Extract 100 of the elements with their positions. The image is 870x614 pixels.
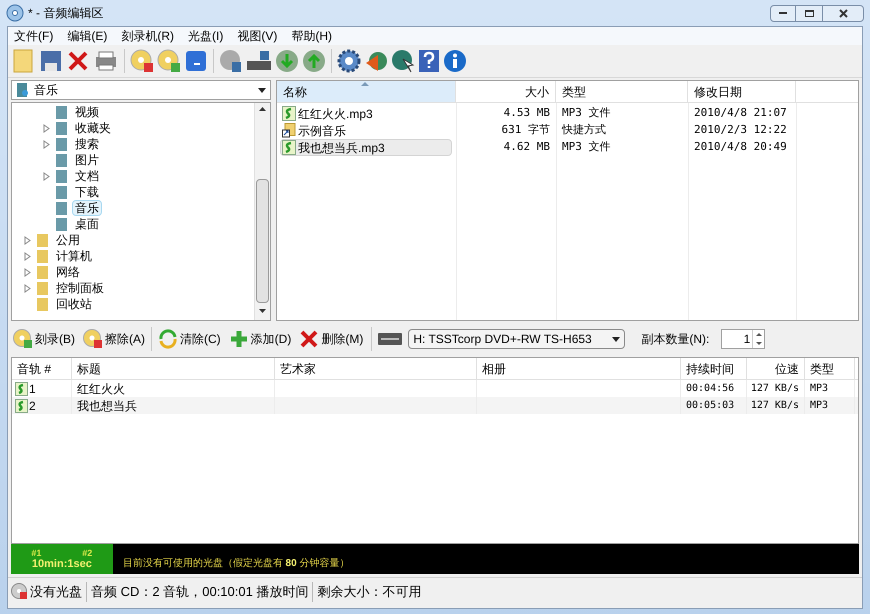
delete-icon[interactable] bbox=[66, 49, 90, 73]
table-cell-text: 2010/4/8 21:07 bbox=[693, 105, 787, 122]
location-dropdown[interactable]: 音乐 bbox=[11, 80, 271, 100]
scroll-down-icon[interactable] bbox=[259, 309, 266, 313]
menu-item[interactable]: 编辑(E) bbox=[67, 27, 108, 45]
help-icon[interactable] bbox=[418, 49, 440, 73]
disc-down-icon[interactable] bbox=[275, 49, 299, 73]
no-disc-icon bbox=[11, 583, 28, 600]
folder-icon bbox=[55, 136, 69, 152]
file-item[interactable]: 示例音乐 bbox=[280, 122, 452, 139]
music-folder-icon bbox=[16, 82, 30, 98]
menu-item[interactable]: 刻录机(R) bbox=[121, 27, 174, 45]
menu-item[interactable]: 文件(F) bbox=[14, 27, 54, 45]
disc-up-icon[interactable] bbox=[302, 49, 326, 73]
folder-icon bbox=[55, 104, 69, 120]
tree-item[interactable]: 图片 bbox=[72, 152, 102, 168]
tree-item[interactable]: 回收站 bbox=[53, 296, 95, 312]
audio-file-icon bbox=[15, 398, 28, 412]
scrollbar[interactable] bbox=[254, 103, 270, 320]
table-cell-text: MP3 文件 bbox=[561, 139, 612, 156]
table-cell-text: 2010/4/8 20:49 bbox=[693, 139, 787, 156]
table-cell-text: 127 KB/s bbox=[750, 382, 799, 396]
table-cell-text: MP3 文件 bbox=[561, 105, 612, 122]
status-text: 音频 CD：2 音轨，00:10:01 播放时间 bbox=[91, 582, 308, 601]
table-cell-text: 2010/2/3 12:22 bbox=[693, 122, 787, 138]
table-cell-text: 631 字节 bbox=[500, 122, 551, 138]
drive-icon bbox=[378, 333, 402, 345]
tree-item[interactable]: 收藏夹 bbox=[72, 120, 114, 136]
column-header[interactable]: 艺术家 bbox=[275, 358, 477, 379]
audio-file-icon bbox=[15, 382, 28, 396]
table-cell-text: 4.62 MB bbox=[502, 139, 551, 156]
folder-icon bbox=[55, 216, 69, 232]
close-icon bbox=[838, 8, 848, 18]
minimize-button[interactable] bbox=[770, 4, 796, 22]
toolbar-button[interactable]: 添加(D) bbox=[226, 326, 294, 352]
column-header[interactable]: 位速 bbox=[747, 358, 805, 379]
file-item[interactable]: 我也想当兵.mp3 bbox=[280, 139, 452, 156]
tree-item[interactable]: 搜索 bbox=[72, 136, 102, 152]
file-item[interactable]: 红红火火.mp3 bbox=[280, 105, 452, 122]
maximize-button[interactable] bbox=[796, 4, 822, 22]
tree-item[interactable]: 视频 bbox=[72, 104, 102, 120]
window-icon[interactable] bbox=[184, 49, 208, 73]
column-header[interactable]: 类型 bbox=[805, 358, 855, 379]
toolbar-button[interactable]: 删除(M) bbox=[297, 326, 366, 352]
drive-info-icon[interactable] bbox=[246, 49, 272, 73]
globe-cursor-icon[interactable] bbox=[391, 49, 415, 73]
plus-icon bbox=[228, 329, 249, 349]
globe-arrow-icon[interactable] bbox=[364, 49, 388, 73]
folder-icon bbox=[55, 152, 69, 168]
status-text: 没有光盘 bbox=[30, 582, 82, 601]
sort-arrow-icon bbox=[361, 82, 369, 86]
tree-item[interactable]: 网络 bbox=[53, 264, 83, 280]
disc-info-icon[interactable] bbox=[219, 49, 243, 73]
table-cell-text: 我也想当兵 bbox=[77, 398, 137, 414]
tree-item[interactable]: 公用 bbox=[53, 232, 83, 248]
toolbar-button[interactable]: 刻录(B) bbox=[11, 326, 77, 352]
app-icon bbox=[6, 4, 24, 22]
window-title: * - 音频编辑区 bbox=[28, 5, 104, 22]
menu-item[interactable]: 光盘(I) bbox=[188, 27, 224, 45]
toolbar-button[interactable]: 擦除(A) bbox=[81, 326, 147, 352]
table-cell-text: 1 bbox=[29, 380, 36, 398]
audio-file-icon bbox=[282, 140, 296, 155]
drive-dropdown[interactable]: H: TSSTcorp DVD+-RW TS-H653 bbox=[408, 329, 626, 349]
column-header[interactable]: 标题 bbox=[72, 358, 275, 379]
save-icon[interactable] bbox=[39, 49, 63, 73]
close-button[interactable] bbox=[822, 4, 864, 22]
used-time: 10min:1sec bbox=[32, 558, 92, 570]
capacity-message: 目前没有可使用的光盘（假定光盘有 80 分钟容量） bbox=[122, 556, 350, 571]
printer-icon[interactable] bbox=[93, 49, 119, 73]
copies-label: 副本数量(N): bbox=[641, 331, 710, 348]
folder-icon bbox=[55, 168, 69, 184]
tree-item[interactable]: 下载 bbox=[72, 184, 102, 200]
scroll-thumb[interactable] bbox=[256, 179, 269, 303]
table-cell-text: 00:05:03 bbox=[686, 399, 734, 413]
tree-item[interactable]: 文档 bbox=[72, 168, 102, 184]
folder-icon bbox=[55, 120, 69, 136]
table-cell-text: 4.53 MB bbox=[502, 105, 551, 122]
disc-check-icon[interactable] bbox=[157, 49, 181, 73]
column-header[interactable]: 持续时间 bbox=[681, 358, 747, 379]
delete-icon bbox=[299, 329, 320, 349]
dropdown-arrow-icon bbox=[258, 88, 266, 92]
disc-erase-icon bbox=[83, 329, 103, 349]
menu-item[interactable]: 视图(V) bbox=[237, 27, 278, 45]
shortcut-icon bbox=[282, 123, 296, 138]
tree-item[interactable]: 桌面 bbox=[72, 216, 102, 232]
column-header[interactable]: 音轨 # bbox=[12, 358, 72, 379]
column-header[interactable]: 名称 bbox=[277, 81, 456, 102]
menu-item[interactable]: 帮助(H) bbox=[291, 27, 332, 45]
toolbar-button[interactable]: 清除(C) bbox=[156, 326, 223, 352]
copies-spinner[interactable]: 1 bbox=[721, 329, 766, 349]
tree-item[interactable]: 控制面板 bbox=[53, 280, 107, 296]
scroll-up-icon[interactable] bbox=[259, 107, 266, 111]
tree-item[interactable]: 计算机 bbox=[53, 248, 95, 264]
tree-item[interactable]: 音乐 bbox=[72, 200, 102, 216]
disc-erase-icon[interactable] bbox=[130, 49, 154, 73]
column-header[interactable]: 相册 bbox=[477, 358, 681, 379]
location-text: 音乐 bbox=[34, 82, 59, 99]
folder-icon bbox=[55, 184, 69, 200]
settings-icon[interactable] bbox=[337, 49, 361, 73]
info-icon[interactable] bbox=[443, 49, 467, 73]
